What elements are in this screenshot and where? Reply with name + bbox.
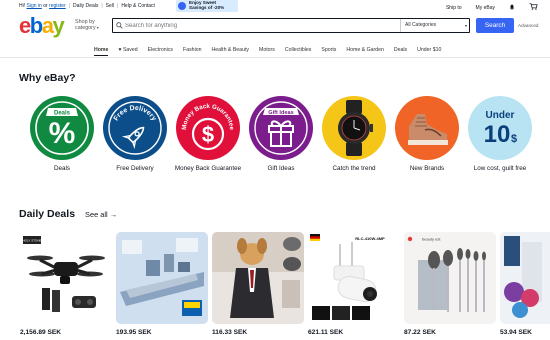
- svg-text:beauty est: beauty est: [422, 237, 441, 242]
- percent-icon: %: [49, 117, 76, 150]
- svg-text:Deals: Deals: [54, 111, 71, 117]
- topbar-left: Hi! Sign in or register | Daily Deals | …: [19, 3, 155, 9]
- promo-line-2: Savings of -20%: [189, 5, 225, 10]
- promo-icon: [178, 2, 186, 10]
- deal-price: 2,156.89 SEK: [20, 329, 62, 336]
- top-utility-bar: Hi! Sign in or register | Daily Deals | …: [0, 0, 550, 12]
- dollar-icon: $: [202, 122, 214, 147]
- daily-deals-link[interactable]: Daily Deals: [73, 3, 98, 9]
- dog-costume-image: [212, 232, 304, 324]
- why-ebay-title: Why eBay?: [19, 72, 76, 84]
- why-label-free-delivery: Free Delivery: [116, 165, 154, 172]
- money-back-badge: Money Back Guarantee $: [176, 96, 240, 160]
- cart-icon[interactable]: [529, 3, 538, 12]
- deal-price: 621.11 SEK: [308, 329, 344, 336]
- search-input[interactable]: [125, 20, 395, 31]
- catch-trend-image: [322, 96, 386, 160]
- drone-image: HOLY STONE: [20, 232, 112, 324]
- bell-icon[interactable]: [509, 4, 515, 12]
- deal-card-ship-model[interactable]: [116, 232, 208, 324]
- why-label-money-back: Money Back Guarantee: [174, 165, 242, 172]
- why-label-gift-ideas: Gift Ideas: [267, 165, 295, 172]
- deal-card-partial[interactable]: [500, 232, 550, 324]
- why-label-new-brands: New Brands: [409, 165, 445, 172]
- nav-item-deals[interactable]: Deals: [394, 47, 407, 56]
- category-nav: Home ♥ Saved Electronics Fashion Health …: [0, 44, 550, 58]
- nav-item-under-10[interactable]: Under $10: [417, 47, 441, 56]
- ship-model-image: [116, 232, 208, 324]
- search-icon: [116, 22, 123, 29]
- product-image: [500, 232, 550, 324]
- promo-banner[interactable]: Enjoy Sweet Savings of -20%: [176, 0, 238, 12]
- deal-price: 53.94 SEK: [500, 329, 532, 336]
- nav-item-fashion[interactable]: Fashion: [183, 47, 201, 56]
- deal-card-dog-costume[interactable]: [212, 232, 304, 324]
- why-label-under-10: Low cost, guilt free: [473, 165, 527, 172]
- svg-text:10: 10: [484, 121, 511, 148]
- register-link[interactable]: register: [49, 3, 66, 9]
- sell-link[interactable]: Sell: [106, 3, 114, 9]
- gift-ideas-badge: Gift Ideas: [249, 96, 313, 160]
- why-ebay-row: Deals % Deals Free Delivery Free Deliver…: [0, 96, 550, 196]
- deals-badge: Deals %: [30, 96, 94, 160]
- deal-price: 87.22 SEK: [404, 329, 436, 336]
- gift-icon: [268, 120, 294, 147]
- daily-deals-title: Daily Deals: [19, 208, 76, 220]
- see-all-link[interactable]: See all →: [85, 210, 117, 219]
- nav-item-saved[interactable]: ♥ Saved: [118, 47, 137, 56]
- under-10-badge: Under 10 $: [468, 96, 532, 160]
- chevron-down-icon: ▾: [464, 23, 467, 28]
- makeup-brushes-image: beauty est: [404, 232, 496, 324]
- svg-text:$: $: [511, 133, 517, 145]
- new-brands-image: [395, 96, 459, 160]
- nav-item-electronics[interactable]: Electronics: [148, 47, 173, 56]
- svg-text:Gift Ideas: Gift Ideas: [268, 110, 294, 116]
- topbar-right: Ship to My eBay: [432, 3, 538, 12]
- nav-item-collectibles[interactable]: Collectibles: [285, 47, 312, 56]
- smartwatch-icon: [338, 100, 373, 156]
- category-select[interactable]: All Categories ▾: [400, 19, 470, 32]
- deal-price: 116.33 SEK: [212, 329, 248, 336]
- svg-text:RLC-410W-4MP: RLC-410W-4MP: [355, 236, 385, 241]
- advanced-search-link[interactable]: Advanced: [518, 23, 538, 28]
- search-bar: All Categories ▾: [112, 18, 470, 33]
- header: ebay Shop by category▾ All Categories ▾ …: [0, 12, 550, 40]
- ship-to-link[interactable]: Ship to: [446, 5, 462, 11]
- shop-by-category-button[interactable]: Shop by category▾: [75, 19, 99, 31]
- rocket-icon: [121, 126, 145, 150]
- nav-item-sports[interactable]: Sports: [321, 47, 336, 56]
- nav-item-motors[interactable]: Motors: [259, 47, 275, 56]
- deal-card-security-camera[interactable]: RLC-410W-4MP: [308, 232, 400, 324]
- nav-item-health-beauty[interactable]: Health & Beauty: [212, 47, 250, 56]
- free-delivery-badge: Free Delivery: [103, 96, 167, 160]
- daily-deals-header: Daily Deals See all →: [19, 208, 117, 220]
- my-ebay-link[interactable]: My eBay: [476, 5, 495, 11]
- sneaker-icon: [408, 114, 448, 145]
- search-button[interactable]: Search: [476, 18, 514, 33]
- deal-card-drone[interactable]: HOLY STONE: [20, 232, 112, 324]
- nav-item-home-garden[interactable]: Home & Garden: [346, 47, 383, 56]
- svg-text:HOLY STONE: HOLY STONE: [22, 239, 41, 243]
- why-label-deals: Deals: [53, 165, 71, 172]
- chevron-down-icon: ▾: [96, 25, 99, 30]
- sign-in-link[interactable]: Sign in: [27, 3, 42, 9]
- security-camera-image: RLC-410W-4MP: [308, 232, 400, 324]
- nav-item-home[interactable]: Home: [94, 47, 109, 56]
- svg-text:Under: Under: [486, 110, 515, 121]
- help-contact-link[interactable]: Help & Contact: [121, 3, 155, 9]
- ebay-logo[interactable]: ebay: [19, 14, 65, 38]
- why-label-catch-trend: Catch the trend: [332, 165, 376, 172]
- deal-price: 193.95 SEK: [116, 329, 152, 336]
- deal-card-makeup-brushes[interactable]: beauty est: [404, 232, 496, 324]
